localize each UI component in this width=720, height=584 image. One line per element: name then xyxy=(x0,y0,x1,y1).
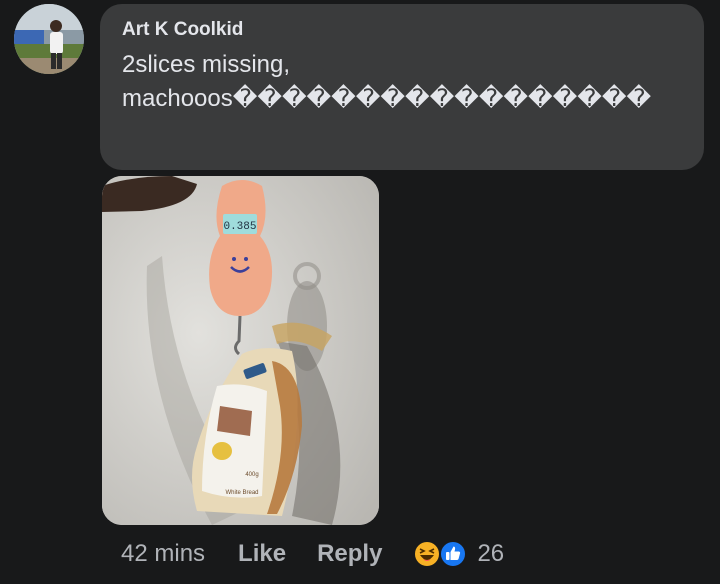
comment-actions: 42 mins Like Reply 26 xyxy=(121,534,504,574)
reply-button[interactable]: Reply xyxy=(317,540,382,568)
photo-scale-bread: 0.385 White Bread 400g xyxy=(102,176,379,525)
reactions-summary[interactable]: 26 xyxy=(413,540,504,568)
like-button[interactable]: Like xyxy=(238,540,286,568)
reaction-count: 26 xyxy=(477,540,505,567)
comment-bubble: Art K Coolkid 2slices missing, machooos�… xyxy=(100,4,704,170)
avatar[interactable] xyxy=(14,4,84,74)
haha-icon xyxy=(413,540,442,568)
bread-weight: 400g xyxy=(245,472,258,478)
timestamp[interactable]: 42 mins xyxy=(121,540,205,568)
avatar-image xyxy=(14,4,84,74)
bread-label: White Bread xyxy=(225,490,258,496)
scale-display: 0.385 xyxy=(223,221,256,233)
like-icon xyxy=(439,540,468,568)
author-name[interactable]: Art K Coolkid xyxy=(122,18,684,42)
comment: Art K Coolkid 2slices missing, machooos�… xyxy=(0,0,720,584)
comment-text: 2slices missing, machooos���������������… xyxy=(122,51,652,112)
comment-photo[interactable]: 0.385 White Bread 400g xyxy=(102,176,379,525)
